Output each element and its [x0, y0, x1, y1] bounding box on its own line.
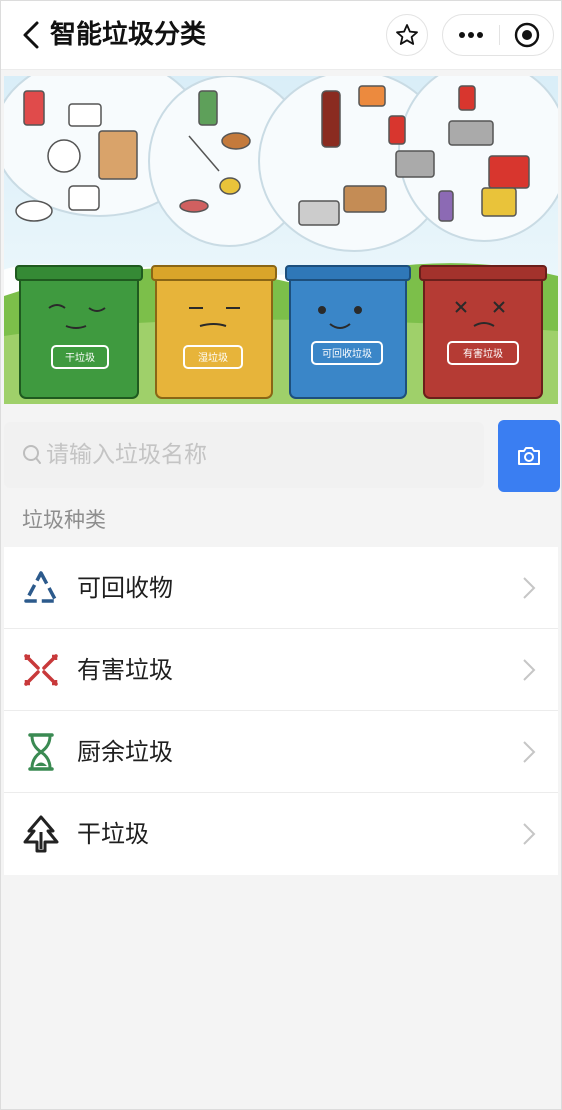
bin-label-recyclable: 可回收垃圾: [322, 347, 372, 360]
category-list: 可回收物 有害垃圾 厨余垃圾 干垃圾: [4, 547, 558, 875]
bin-label-dry: 干垃圾: [65, 351, 95, 364]
banner-image: 干垃圾 湿垃圾 可回收垃圾 有害垃圾: [4, 76, 558, 404]
nav-bar: 智能垃圾分类: [0, 0, 562, 70]
bin-label-hazardous: 有害垃圾: [463, 347, 503, 360]
chevron-right-icon: [523, 741, 536, 763]
category-label: 可回收物: [77, 574, 173, 602]
category-label: 有害垃圾: [77, 656, 173, 684]
recycle-triangle-icon: [24, 571, 58, 603]
category-label: 干垃圾: [77, 820, 149, 848]
chevron-left-icon: [23, 21, 39, 49]
tree-outline-icon: [23, 815, 59, 853]
search-input[interactable]: [46, 434, 466, 476]
banner-illustration: 干垃圾 湿垃圾 可回收垃圾 有害垃圾: [4, 76, 558, 404]
favorite-button[interactable]: [386, 14, 428, 56]
category-item-recyclable[interactable]: 可回收物: [4, 547, 558, 629]
category-item-kitchen-waste[interactable]: 厨余垃圾: [4, 711, 558, 793]
close-button[interactable]: [500, 15, 554, 55]
bin-label-wet: 湿垃圾: [198, 351, 228, 364]
camera-button[interactable]: [498, 420, 560, 492]
chevron-right-icon: [523, 659, 536, 681]
record-close-icon: [514, 22, 540, 48]
hazard-cross-icon: [24, 654, 58, 686]
chevron-right-icon: [523, 577, 536, 599]
category-label: 厨余垃圾: [77, 738, 173, 766]
chevron-right-icon: [523, 823, 536, 845]
page-title: 智能垃圾分类: [50, 20, 207, 50]
hourglass-icon: [28, 733, 54, 771]
more-dots-icon: [459, 32, 483, 38]
category-item-dry-waste[interactable]: 干垃圾: [4, 793, 558, 875]
category-item-hazardous[interactable]: 有害垃圾: [4, 629, 558, 711]
star-icon: [396, 24, 418, 45]
search-box[interactable]: [4, 422, 484, 488]
back-button[interactable]: [16, 19, 46, 51]
more-button[interactable]: [443, 15, 499, 55]
camera-icon: [518, 447, 540, 465]
search-icon: [23, 445, 41, 464]
section-title: 垃圾种类: [22, 508, 106, 532]
mini-program-capsule: [442, 14, 554, 56]
